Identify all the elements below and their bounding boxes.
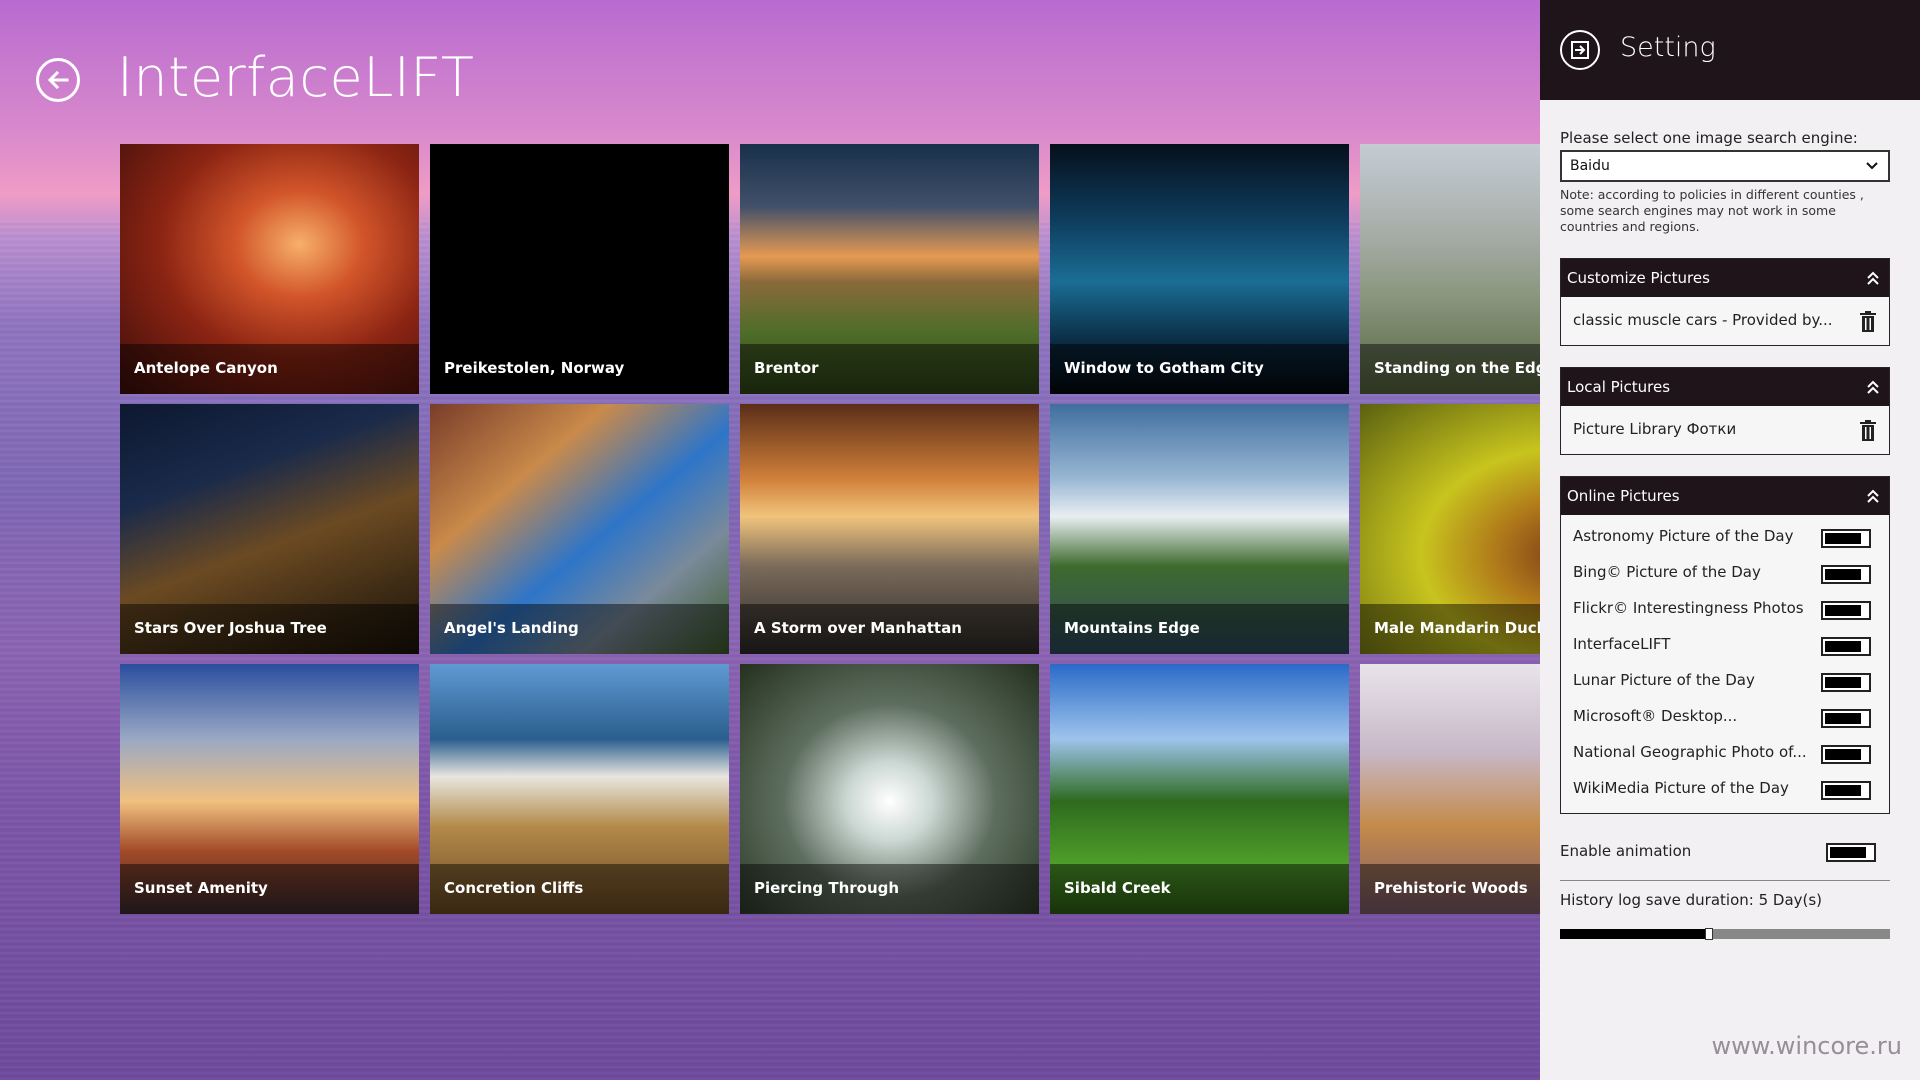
arrow-left-icon xyxy=(47,70,69,90)
source-label: Flickr© Interestingness Photos xyxy=(1573,599,1804,617)
online-pictures-section: Online Pictures Astronomy Picture of the… xyxy=(1560,476,1890,814)
wallpaper-tile[interactable]: A Storm over Manhattan xyxy=(740,404,1039,654)
back-button[interactable] xyxy=(36,58,80,102)
collapse-icon xyxy=(1867,271,1879,285)
tile-caption: Window to Gotham City xyxy=(1050,344,1349,394)
online-source-row: Microsoft® Desktop... xyxy=(1561,699,1889,735)
tile-caption: Sunset Amenity xyxy=(120,864,419,914)
engine-prompt: Please select one image search engine: xyxy=(1560,129,1858,147)
online-pictures-header[interactable]: Online Pictures xyxy=(1561,477,1889,515)
tile-caption: Concretion Cliffs xyxy=(430,864,729,914)
source-toggle[interactable] xyxy=(1821,565,1871,584)
settings-header: Setting xyxy=(1540,0,1920,100)
search-engine-select[interactable]: Baidu xyxy=(1560,150,1890,182)
source-label: Lunar Picture of the Day xyxy=(1573,671,1755,689)
online-source-row: Flickr© Interestingness Photos xyxy=(1561,591,1889,627)
collapse-icon xyxy=(1867,489,1879,503)
collapse-icon xyxy=(1867,380,1879,394)
settings-panel: Setting Please select one image search e… xyxy=(1540,0,1920,1080)
animation-label: Enable animation xyxy=(1560,842,1692,860)
source-toggle[interactable] xyxy=(1821,637,1871,656)
source-label: Microsoft® Desktop... xyxy=(1573,707,1738,725)
settings-back-button[interactable] xyxy=(1560,30,1600,70)
history-label: History log save duration: 5 Day(s) xyxy=(1560,891,1823,909)
history-slider[interactable] xyxy=(1560,928,1890,940)
settings-title: Setting xyxy=(1620,32,1716,63)
tile-caption: Angel's Landing xyxy=(430,604,729,654)
item-label: classic muscle cars - Provided by... xyxy=(1573,311,1833,329)
tile-caption: Antelope Canyon xyxy=(120,344,419,394)
exit-icon xyxy=(1571,41,1589,59)
online-source-row: Lunar Picture of the Day xyxy=(1561,663,1889,699)
wallpaper-tile[interactable]: Sibald Creek xyxy=(1050,664,1349,914)
wallpaper-tile[interactable]: Sunset Amenity xyxy=(120,664,419,914)
wallpaper-tile[interactable]: Brentor xyxy=(740,144,1039,394)
list-item[interactable]: classic muscle cars - Provided by... xyxy=(1561,297,1889,345)
source-toggle[interactable] xyxy=(1821,529,1871,548)
chevron-down-icon xyxy=(1866,162,1878,170)
tile-caption: Mountains Edge xyxy=(1050,604,1349,654)
tile-caption: Preikestolen, Norway xyxy=(430,344,729,394)
online-source-row: Bing© Picture of the Day xyxy=(1561,555,1889,591)
slider-thumb[interactable] xyxy=(1705,928,1714,940)
wallpaper-grid: Antelope Canyon Preikestolen, Norway Bre… xyxy=(120,144,1659,914)
section-title: Customize Pictures xyxy=(1567,269,1710,287)
section-title: Online Pictures xyxy=(1567,487,1680,505)
wallpaper-tile[interactable]: Preikestolen, Norway xyxy=(430,144,729,394)
source-toggle[interactable] xyxy=(1821,745,1871,764)
online-source-row: National Geographic Photo of... xyxy=(1561,735,1889,771)
trash-icon[interactable] xyxy=(1859,311,1877,333)
tile-caption: Stars Over Joshua Tree xyxy=(120,604,419,654)
watermark: www.wincore.ru xyxy=(1711,1032,1902,1060)
customize-pictures-header[interactable]: Customize Pictures xyxy=(1561,259,1889,297)
tile-caption: Piercing Through xyxy=(740,864,1039,914)
engine-note: Note: according to policies in different… xyxy=(1560,187,1864,234)
wallpaper-tile[interactable]: Mountains Edge xyxy=(1050,404,1349,654)
divider xyxy=(1560,880,1890,881)
tile-caption: Sibald Creek xyxy=(1050,864,1349,914)
section-title: Local Pictures xyxy=(1567,378,1671,396)
item-label: Picture Library Фотки xyxy=(1573,420,1737,438)
slider-fill xyxy=(1560,929,1706,939)
source-toggle[interactable] xyxy=(1821,781,1871,800)
tile-caption: Brentor xyxy=(740,344,1039,394)
online-sources-list: Astronomy Picture of the Day Bing© Pictu… xyxy=(1561,515,1889,813)
wallpaper-tile[interactable]: Angel's Landing xyxy=(430,404,729,654)
animation-toggle[interactable] xyxy=(1826,843,1876,862)
local-pictures-section: Local Pictures Picture Library Фотки xyxy=(1560,367,1890,455)
source-label: Astronomy Picture of the Day xyxy=(1573,527,1794,545)
trash-icon[interactable] xyxy=(1859,420,1877,442)
search-engine-value: Baidu xyxy=(1570,158,1610,174)
wallpaper-tile[interactable]: Antelope Canyon xyxy=(120,144,419,394)
online-source-row: InterfaceLIFT xyxy=(1561,627,1889,663)
online-source-row: WikiMedia Picture of the Day xyxy=(1561,771,1889,807)
source-toggle[interactable] xyxy=(1821,673,1871,692)
source-label: WikiMedia Picture of the Day xyxy=(1573,779,1789,797)
customize-pictures-section: Customize Pictures classic muscle cars -… xyxy=(1560,258,1890,346)
wallpaper-tile[interactable]: Window to Gotham City xyxy=(1050,144,1349,394)
source-label: InterfaceLIFT xyxy=(1573,635,1671,653)
online-source-row: Astronomy Picture of the Day xyxy=(1561,519,1889,555)
wallpaper-tile[interactable]: Stars Over Joshua Tree xyxy=(120,404,419,654)
wallpaper-tile[interactable]: Concretion Cliffs xyxy=(430,664,729,914)
page-title: InterfaceLIFT xyxy=(117,46,475,109)
source-toggle[interactable] xyxy=(1821,601,1871,620)
list-item[interactable]: Picture Library Фотки xyxy=(1561,406,1889,454)
local-pictures-header[interactable]: Local Pictures xyxy=(1561,368,1889,406)
wallpaper-tile[interactable]: Piercing Through xyxy=(740,664,1039,914)
source-toggle[interactable] xyxy=(1821,709,1871,728)
tile-caption: A Storm over Manhattan xyxy=(740,604,1039,654)
source-label: Bing© Picture of the Day xyxy=(1573,563,1761,581)
source-label: National Geographic Photo of... xyxy=(1573,743,1807,761)
